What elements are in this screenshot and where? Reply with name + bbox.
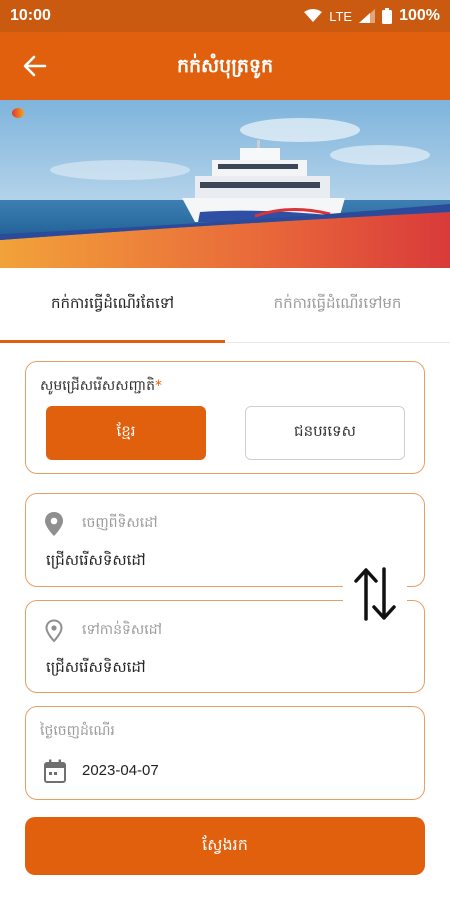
arrow-left-icon bbox=[23, 55, 47, 77]
wifi-icon bbox=[304, 9, 323, 22]
location-pin-outline-icon bbox=[45, 619, 63, 643]
network-type: LTE bbox=[329, 8, 353, 24]
promo-banner bbox=[0, 100, 450, 268]
signal-icon bbox=[359, 9, 376, 23]
page-title: កក់សំបុត្រទូក bbox=[176, 55, 274, 77]
location-pin-icon bbox=[45, 512, 63, 536]
status-time: 10:00 bbox=[10, 7, 51, 24]
status-icons: LTE 100% bbox=[304, 7, 440, 25]
battery-icon bbox=[382, 8, 393, 24]
departure-date-field[interactable]: ថ្ងៃចេញដំណើរ 2023-04-07 bbox=[25, 706, 425, 800]
banner-logo bbox=[12, 108, 24, 118]
calendar-icon bbox=[44, 759, 66, 783]
arrival-location-value[interactable]: ជ្រើសរើសទិសដៅ bbox=[46, 658, 146, 680]
search-button[interactable]: ស្វែងរក bbox=[25, 817, 425, 875]
departure-date-value[interactable]: 2023-04-07 bbox=[82, 762, 159, 779]
app-bar: កក់សំបុត្រទូក bbox=[0, 32, 450, 100]
banner-image bbox=[0, 100, 450, 268]
swap-locations-button[interactable] bbox=[343, 557, 407, 631]
departure-location-label: ចេញពីទិសដៅ bbox=[82, 515, 158, 531]
departure-date-label: ថ្ងៃចេញដំណើរ bbox=[40, 723, 115, 739]
status-bar: 10:00 LTE 100% bbox=[0, 0, 450, 32]
nationality-label-text: សូមជ្រើសរើសសញ្ជាតិ bbox=[40, 378, 155, 394]
nationality-khmer-button[interactable]: ខ្មែរ bbox=[46, 406, 206, 460]
required-mark: * bbox=[154, 378, 162, 394]
tab-one-way[interactable]: កក់ការធ្វើដំណើរតែទៅ bbox=[0, 268, 225, 343]
battery-percent: 100% bbox=[399, 7, 440, 24]
nationality-label: សូមជ្រើសរើសសញ្ជាតិ* bbox=[40, 376, 162, 397]
departure-location-value[interactable]: ជ្រើសរើសទិសដៅ bbox=[46, 551, 146, 573]
tab-round-trip[interactable]: កក់ការធ្វើដំណើរទៅមក bbox=[225, 268, 450, 342]
nationality-card: សូមជ្រើសរើសសញ្ជាតិ* ខ្មែរ ជនបរទេស bbox=[25, 361, 425, 474]
back-button[interactable] bbox=[20, 52, 50, 80]
swap-vertical-icon bbox=[354, 567, 396, 621]
arrival-location-label: ទៅកាន់ទិសដៅ bbox=[82, 622, 162, 638]
logo-mark-icon bbox=[12, 108, 24, 118]
trip-type-tabs: កក់ការធ្វើដំណើរតែទៅ កក់ការធ្វើដំណើរទៅមក bbox=[0, 268, 450, 343]
nationality-foreign-button[interactable]: ជនបរទេស bbox=[245, 406, 405, 460]
